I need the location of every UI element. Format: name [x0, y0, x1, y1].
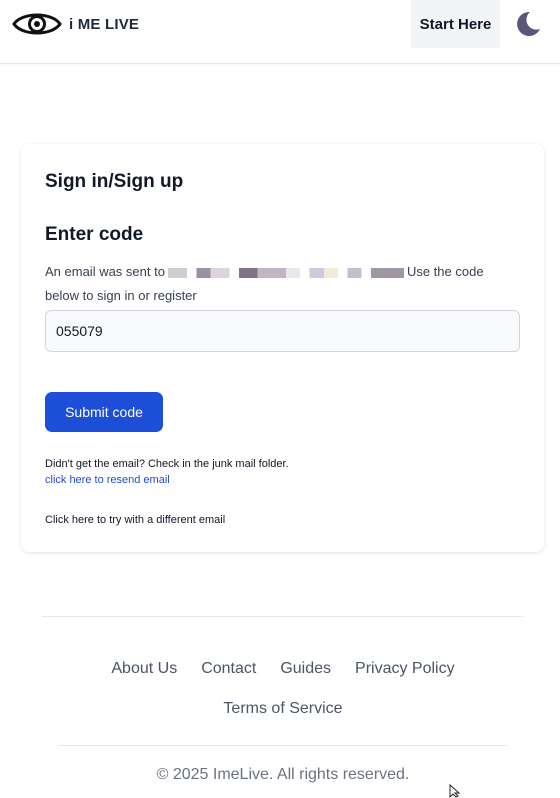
footer-link-guides[interactable]: Guides: [280, 659, 331, 679]
submit-code-button[interactable]: Submit code: [45, 392, 163, 432]
footer-link-about[interactable]: About Us: [111, 659, 177, 679]
copyright-divider: [59, 745, 507, 746]
eye-icon[interactable]: [12, 9, 62, 39]
footer-link-contact[interactable]: Contact: [201, 659, 256, 679]
mouse-cursor-icon: [449, 784, 461, 798]
footer-link-privacy[interactable]: Privacy Policy: [355, 659, 455, 679]
card-title: Sign in/Sign up: [45, 171, 184, 192]
copyright-text: © 2025 ImeLive. All rights reserved.: [156, 766, 410, 783]
footer-link-terms[interactable]: Terms of Service: [223, 699, 342, 719]
resend-email-link[interactable]: click here to resend email: [45, 474, 170, 486]
site-header: i ME LIVE Start Here: [0, 0, 560, 64]
email-sent-message: An email was sent to Use the code below t…: [45, 260, 515, 308]
code-input[interactable]: [45, 310, 520, 352]
sign-in-card: Sign in/Sign up Enter code An email was …: [21, 144, 544, 552]
enter-code-heading: Enter code: [45, 224, 144, 245]
footer-nav: About Us Contact Guides Privacy Policy T…: [60, 659, 506, 719]
footer-divider: [42, 616, 523, 617]
start-here-button[interactable]: Start Here: [411, 0, 500, 48]
moon-icon[interactable]: [512, 9, 542, 39]
message-start: An email was sent to: [45, 264, 165, 279]
redacted-email: [167, 267, 404, 278]
different-email-link[interactable]: Click here to try with a different email: [45, 514, 225, 526]
brand-name[interactable]: i ME LIVE: [69, 16, 139, 33]
junk-mail-note: Didn't get the email? Check in the junk …: [45, 458, 289, 470]
